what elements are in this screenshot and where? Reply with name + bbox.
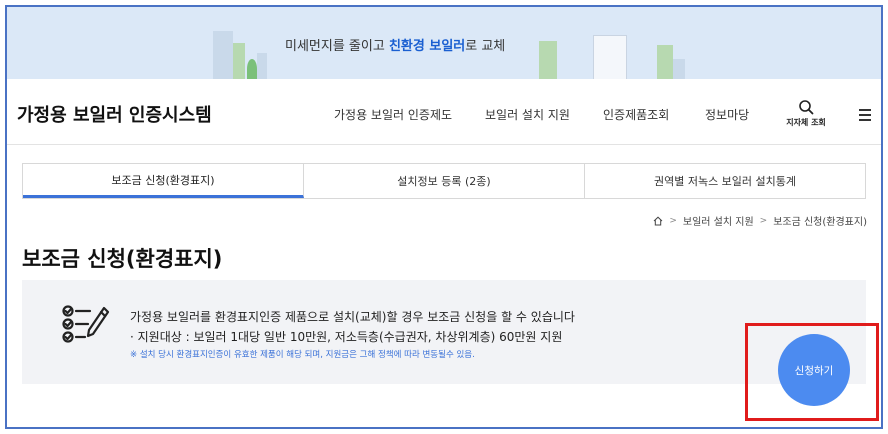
info-box: 가정용 보일러를 환경표지인증 제품으로 설치(교체)할 경우 보조금 신청을 … — [22, 280, 866, 384]
info-main-text: 가정용 보일러를 환경표지인증 제품으로 설치(교체)할 경우 보조금 신청을 … — [130, 310, 575, 324]
building-illustration — [233, 43, 245, 79]
search-icon — [799, 100, 814, 115]
site-logo[interactable]: 가정용 보일러 인증시스템 — [17, 101, 212, 127]
checklist-icon — [62, 305, 110, 343]
page-title: 보조금 신청(환경표지) — [22, 247, 223, 271]
breadcrumb-separator: > — [669, 215, 677, 226]
breadcrumb-separator: > — [759, 215, 768, 226]
banner-message: 미세먼지를 줄이고 친환경 보일러로 교체 — [285, 39, 506, 54]
breadcrumb-item[interactable]: 보조금 신청(환경표지) — [773, 213, 867, 228]
boiler-illustration — [593, 35, 627, 79]
nav-item-info[interactable]: 정보마당 — [705, 106, 749, 123]
page-frame: 미세먼지를 줄이고 친환경 보일러로 교체 가정용 보일러 인증시스템 가정용 … — [5, 5, 883, 429]
building-illustration — [673, 59, 685, 79]
nav-item-product-search[interactable]: 인증제품조회 — [603, 106, 669, 123]
tree-illustration — [247, 59, 257, 79]
tab-subsidy-application[interactable]: 보조금 신청(환경표지) — [23, 164, 304, 198]
site-header: 가정용 보일러 인증시스템 가정용 보일러 인증제도 보일러 설치 지원 인증제… — [7, 79, 881, 145]
breadcrumb: > 보일러 설치 지원 > 보조금 신청(환경표지) — [653, 213, 867, 228]
building-illustration — [213, 31, 233, 79]
nav-item-installation-support[interactable]: 보일러 설치 지원 — [485, 106, 570, 123]
breadcrumb-item[interactable]: 보일러 설치 지원 — [683, 213, 754, 228]
search-label: 지자체 조회 — [786, 118, 826, 127]
building-illustration — [657, 45, 673, 79]
home-icon[interactable] — [653, 216, 663, 226]
apply-button[interactable]: 신청하기 — [778, 334, 850, 406]
info-support-target: · 지원대상 : 보일러 1대당 일반 10만원, 저소득층(수급권자, 차상위… — [130, 330, 563, 344]
sub-tabs: 보조금 신청(환경표지) 설치정보 등록 (2종) 권역별 저녹스 보일러 설치… — [22, 163, 866, 199]
nav-item-certification[interactable]: 가정용 보일러 인증제도 — [334, 106, 452, 123]
local-gov-search-button[interactable]: 지자체 조회 — [782, 99, 830, 128]
tab-regional-statistics[interactable]: 권역별 저녹스 보일러 설치통계 — [585, 164, 865, 198]
hamburger-menu-icon[interactable] — [859, 109, 871, 121]
tab-installation-registration[interactable]: 설치정보 등록 (2종) — [304, 164, 585, 198]
info-note: ※ 설치 당시 환경표지인증이 유효한 제품이 해당 되며, 지원금은 그해 정… — [130, 350, 475, 360]
top-banner[interactable]: 미세먼지를 줄이고 친환경 보일러로 교체 — [7, 7, 881, 79]
banner-highlight: 친환경 보일러 — [388, 39, 466, 54]
boiler-illustration — [539, 41, 557, 79]
building-illustration — [257, 53, 267, 79]
